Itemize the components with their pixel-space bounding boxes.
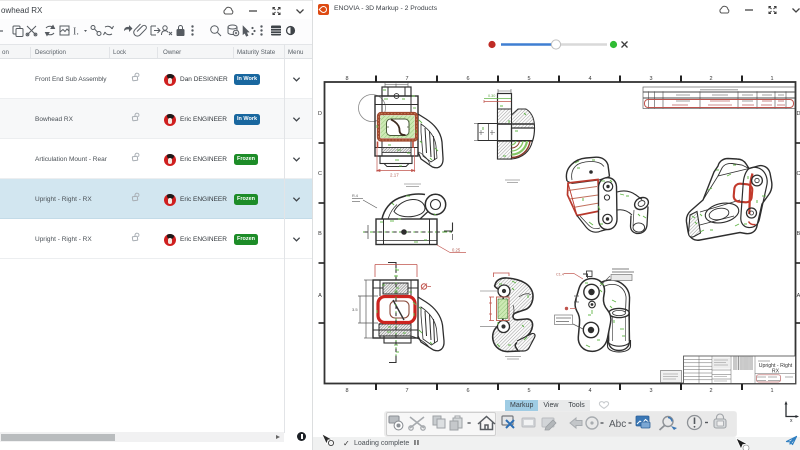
svg-text:C: C <box>318 171 322 177</box>
svg-text:1: 1 <box>770 76 773 82</box>
svg-text:Abc: Abc <box>609 419 626 430</box>
svg-text:A: A <box>318 293 322 299</box>
svg-text:3: 3 <box>649 76 652 82</box>
svg-text:3: 3 <box>649 388 652 394</box>
svg-text:2.17: 2.17 <box>390 173 399 178</box>
svg-text:8: 8 <box>345 388 348 394</box>
svg-text:RX: RX <box>772 369 780 375</box>
svg-text:C1.4: C1.4 <box>556 273 564 277</box>
svg-text:A: A <box>797 293 800 299</box>
svg-text:2: 2 <box>709 388 712 394</box>
svg-text:5: 5 <box>527 388 530 394</box>
svg-text:R.4: R.4 <box>352 194 358 198</box>
svg-text:0.30: 0.30 <box>488 94 495 98</box>
svg-text:3.5: 3.5 <box>352 307 358 312</box>
svg-text:B: B <box>318 231 322 237</box>
svg-text:D: D <box>797 111 800 117</box>
svg-text:B: B <box>797 231 800 237</box>
svg-text:2: 2 <box>709 76 712 82</box>
svg-text:4: 4 <box>588 388 591 394</box>
svg-text:6: 6 <box>466 76 469 82</box>
svg-text:7: 7 <box>405 76 408 82</box>
svg-text:6: 6 <box>466 388 469 394</box>
svg-text:5: 5 <box>527 76 530 82</box>
svg-text:7: 7 <box>405 388 408 394</box>
svg-text:1: 1 <box>770 388 773 394</box>
svg-text:0.25: 0.25 <box>452 248 461 253</box>
svg-text:8: 8 <box>345 76 348 82</box>
svg-text:4: 4 <box>588 76 591 82</box>
svg-text:C: C <box>797 171 800 177</box>
svg-text:D: D <box>318 111 322 117</box>
svg-text:x: x <box>790 418 793 424</box>
